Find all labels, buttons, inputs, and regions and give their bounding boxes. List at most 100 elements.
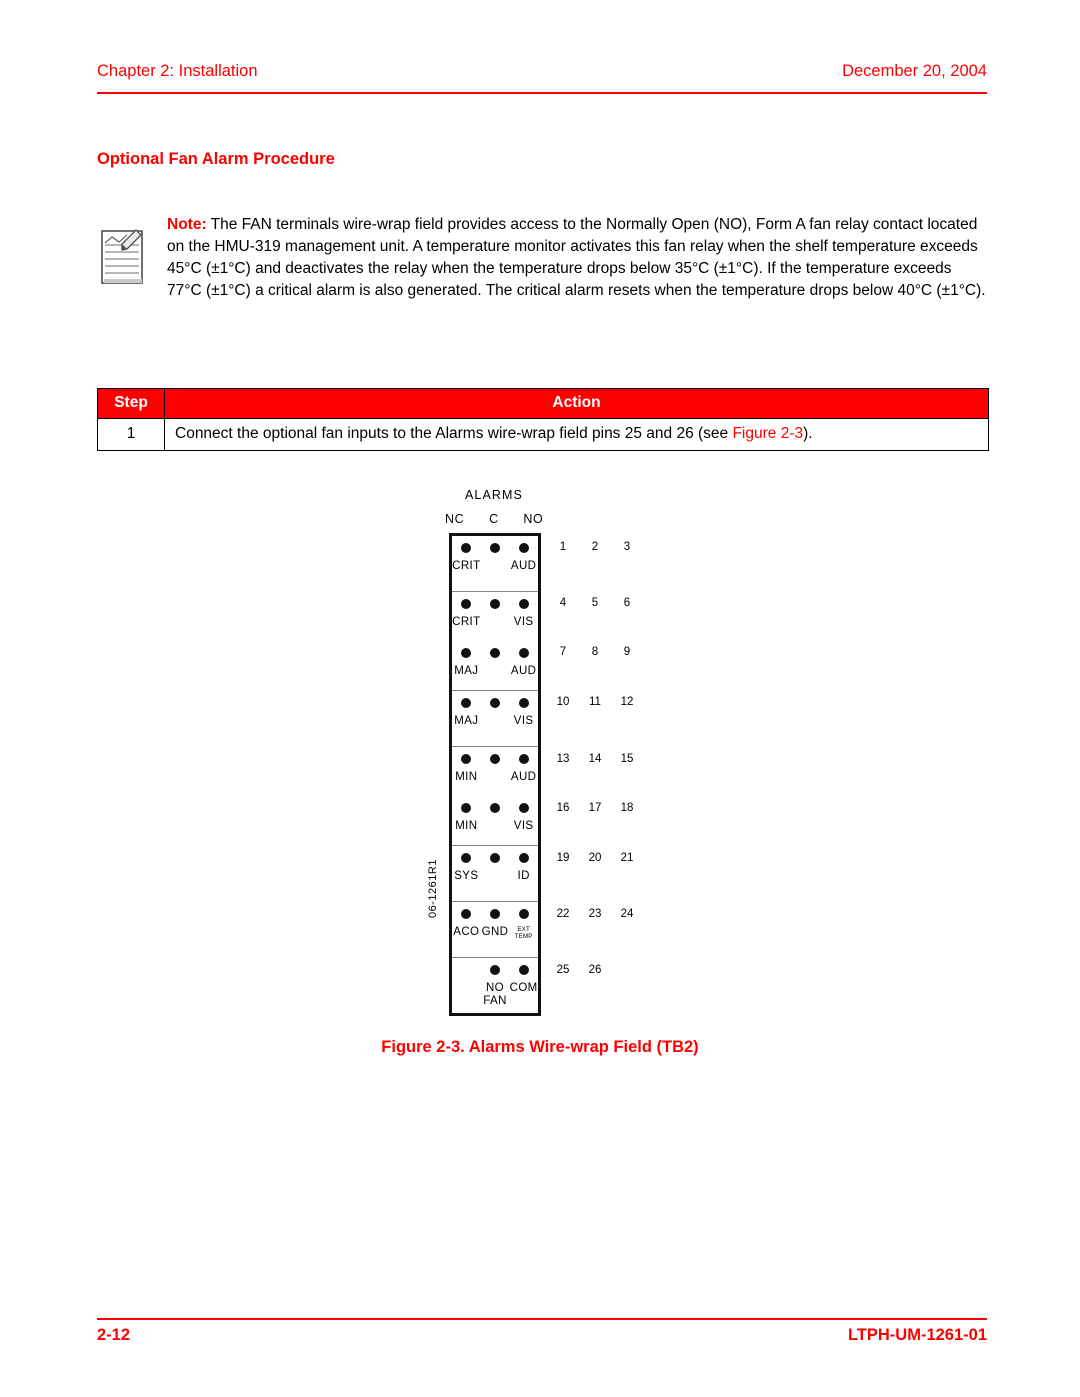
page-header: Chapter 2: Installation December 20, 200… xyxy=(97,62,987,81)
terminal-row-labels: SYS ID xyxy=(452,870,538,882)
page-footer: 2-12 LTPH-UM-1261-01 xyxy=(97,1326,987,1345)
pin-slot xyxy=(481,803,510,813)
pin-dot xyxy=(461,853,472,863)
pin-slot xyxy=(481,965,510,975)
terminal-label-middle xyxy=(481,616,510,628)
pin-dot xyxy=(489,648,500,658)
terminal-row-fan: NO COM FAN xyxy=(452,958,538,1013)
pin-number: 22 xyxy=(556,908,570,920)
pin-number: 16 xyxy=(556,802,570,814)
pin-number: 13 xyxy=(556,753,570,765)
pin-dot xyxy=(518,698,529,708)
terminal-label-right: VIS xyxy=(513,715,534,727)
terminal-label-right: AUD xyxy=(510,771,537,783)
pin-slot xyxy=(452,543,481,553)
terminal-row-labels: MIN AUD xyxy=(452,771,538,783)
terminal-label-no: NO xyxy=(485,982,505,994)
pin-number: 3 xyxy=(623,541,631,553)
terminal-group: CRIT VIS MAJ AUD xyxy=(452,592,538,691)
terminal-label-right: VIS xyxy=(513,820,534,832)
terminal-label-middle xyxy=(481,820,510,832)
pin-slot xyxy=(481,909,510,919)
pin-number-row: 1 2 3 xyxy=(547,533,643,588)
pin-number-row: 7 8 9 xyxy=(547,639,643,688)
terminal-group: SYS ID xyxy=(452,846,538,902)
terminal-row: CRIT VIS xyxy=(452,592,538,641)
pin-number: 23 xyxy=(588,908,602,920)
column-header-no: NO xyxy=(523,512,544,526)
pin-slot xyxy=(481,543,510,553)
pin-slot xyxy=(452,599,481,609)
terminal-pin-dots xyxy=(452,599,538,609)
terminal-pin-dots xyxy=(452,698,538,708)
figure-alarms-wire-wrap-field: ALARMS NC C NO CRIT AUD CRIT VIS MAJ AUD… xyxy=(0,488,1080,1028)
figure-cross-reference-link[interactable]: Figure 2-3 xyxy=(732,425,803,442)
pin-dot xyxy=(489,698,500,708)
pin-slot xyxy=(509,803,538,813)
terminal-row: SYS ID xyxy=(452,846,538,901)
pin-slot xyxy=(452,909,481,919)
terminal-row-labels: MAJ AUD xyxy=(452,665,538,677)
pin-number: 4 xyxy=(559,597,567,609)
pin-slot xyxy=(509,698,538,708)
pin-slot xyxy=(452,754,481,764)
pin-dot xyxy=(518,965,529,975)
terminal-group: MAJ VIS xyxy=(452,691,538,747)
header-divider xyxy=(97,92,987,94)
terminal-pin-dots xyxy=(452,909,538,919)
pin-dot xyxy=(518,599,529,609)
terminal-row-labels: NO COM xyxy=(452,982,538,994)
terminal-row: CRIT AUD xyxy=(452,536,538,591)
terminal-label-left: CRIT xyxy=(452,560,481,572)
pin-dot xyxy=(518,803,529,813)
terminal-row: MAJ VIS xyxy=(452,691,538,746)
column-header-step: Step xyxy=(97,388,165,419)
terminal-row-labels: ACO GND EXT TEMP xyxy=(452,926,538,940)
terminal-group: ACO GND EXT TEMP xyxy=(452,902,538,958)
terminal-column-headers: NC C NO xyxy=(435,512,553,526)
terminal-label-middle xyxy=(481,560,510,572)
pin-dot xyxy=(518,853,529,863)
terminal-label-gnd: GND xyxy=(481,926,509,938)
terminal-label-com: COM xyxy=(509,982,538,994)
table-row: 1 Connect the optional fan inputs to the… xyxy=(97,418,989,451)
terminal-label-left: CRIT xyxy=(452,616,481,628)
pin-number: 25 xyxy=(556,964,570,976)
pin-number: 9 xyxy=(623,646,631,658)
terminal-row: MAJ AUD xyxy=(452,641,538,690)
pin-number: 21 xyxy=(620,852,634,864)
pin-number: 14 xyxy=(588,753,602,765)
pin-number: 26 xyxy=(588,964,602,976)
pin-number: 24 xyxy=(620,908,634,920)
terminal-group: MIN AUD MIN VIS xyxy=(452,747,538,846)
terminal-pin-dots xyxy=(452,648,538,658)
header-date: December 20, 2004 xyxy=(842,62,987,80)
document-page: Chapter 2: Installation December 20, 200… xyxy=(0,0,1080,1397)
terminal-row-labels: MIN VIS xyxy=(452,820,538,832)
pin-number: 11 xyxy=(589,696,601,708)
header-chapter: Chapter 2: Installation xyxy=(97,62,258,80)
pin-dot xyxy=(489,803,500,813)
action-text-before: Connect the optional fan inputs to the A… xyxy=(175,425,733,442)
pin-slot xyxy=(509,909,538,919)
terminal-row: MIN AUD xyxy=(452,747,538,796)
terminal-block-body: CRIT AUD CRIT VIS MAJ AUD MAJ VIS MIN AU… xyxy=(449,533,541,1016)
pin-number: 18 xyxy=(620,802,634,814)
terminal-label-left: MAJ xyxy=(454,715,479,727)
column-header-nc: NC xyxy=(445,512,465,526)
table-header-row: Step Action xyxy=(97,388,989,419)
footer-divider xyxy=(97,1318,987,1320)
terminal-label-right: ID xyxy=(517,870,530,882)
pin-dot xyxy=(461,648,472,658)
terminal-pin-dots xyxy=(452,754,538,764)
procedure-table: Step Action 1 Connect the optional fan i… xyxy=(97,388,989,451)
pin-dot xyxy=(461,754,472,764)
pin-number-row: 19 20 21 xyxy=(547,844,643,900)
pin-slot xyxy=(481,648,510,658)
pin-slot xyxy=(481,853,510,863)
pin-slot xyxy=(509,543,538,553)
terminal-pin-dots xyxy=(452,853,538,863)
pin-slot xyxy=(481,754,510,764)
action-text-after: ). xyxy=(803,425,813,442)
figure-caption: Figure 2-3. Alarms Wire-wrap Field (TB2) xyxy=(381,1038,699,1056)
